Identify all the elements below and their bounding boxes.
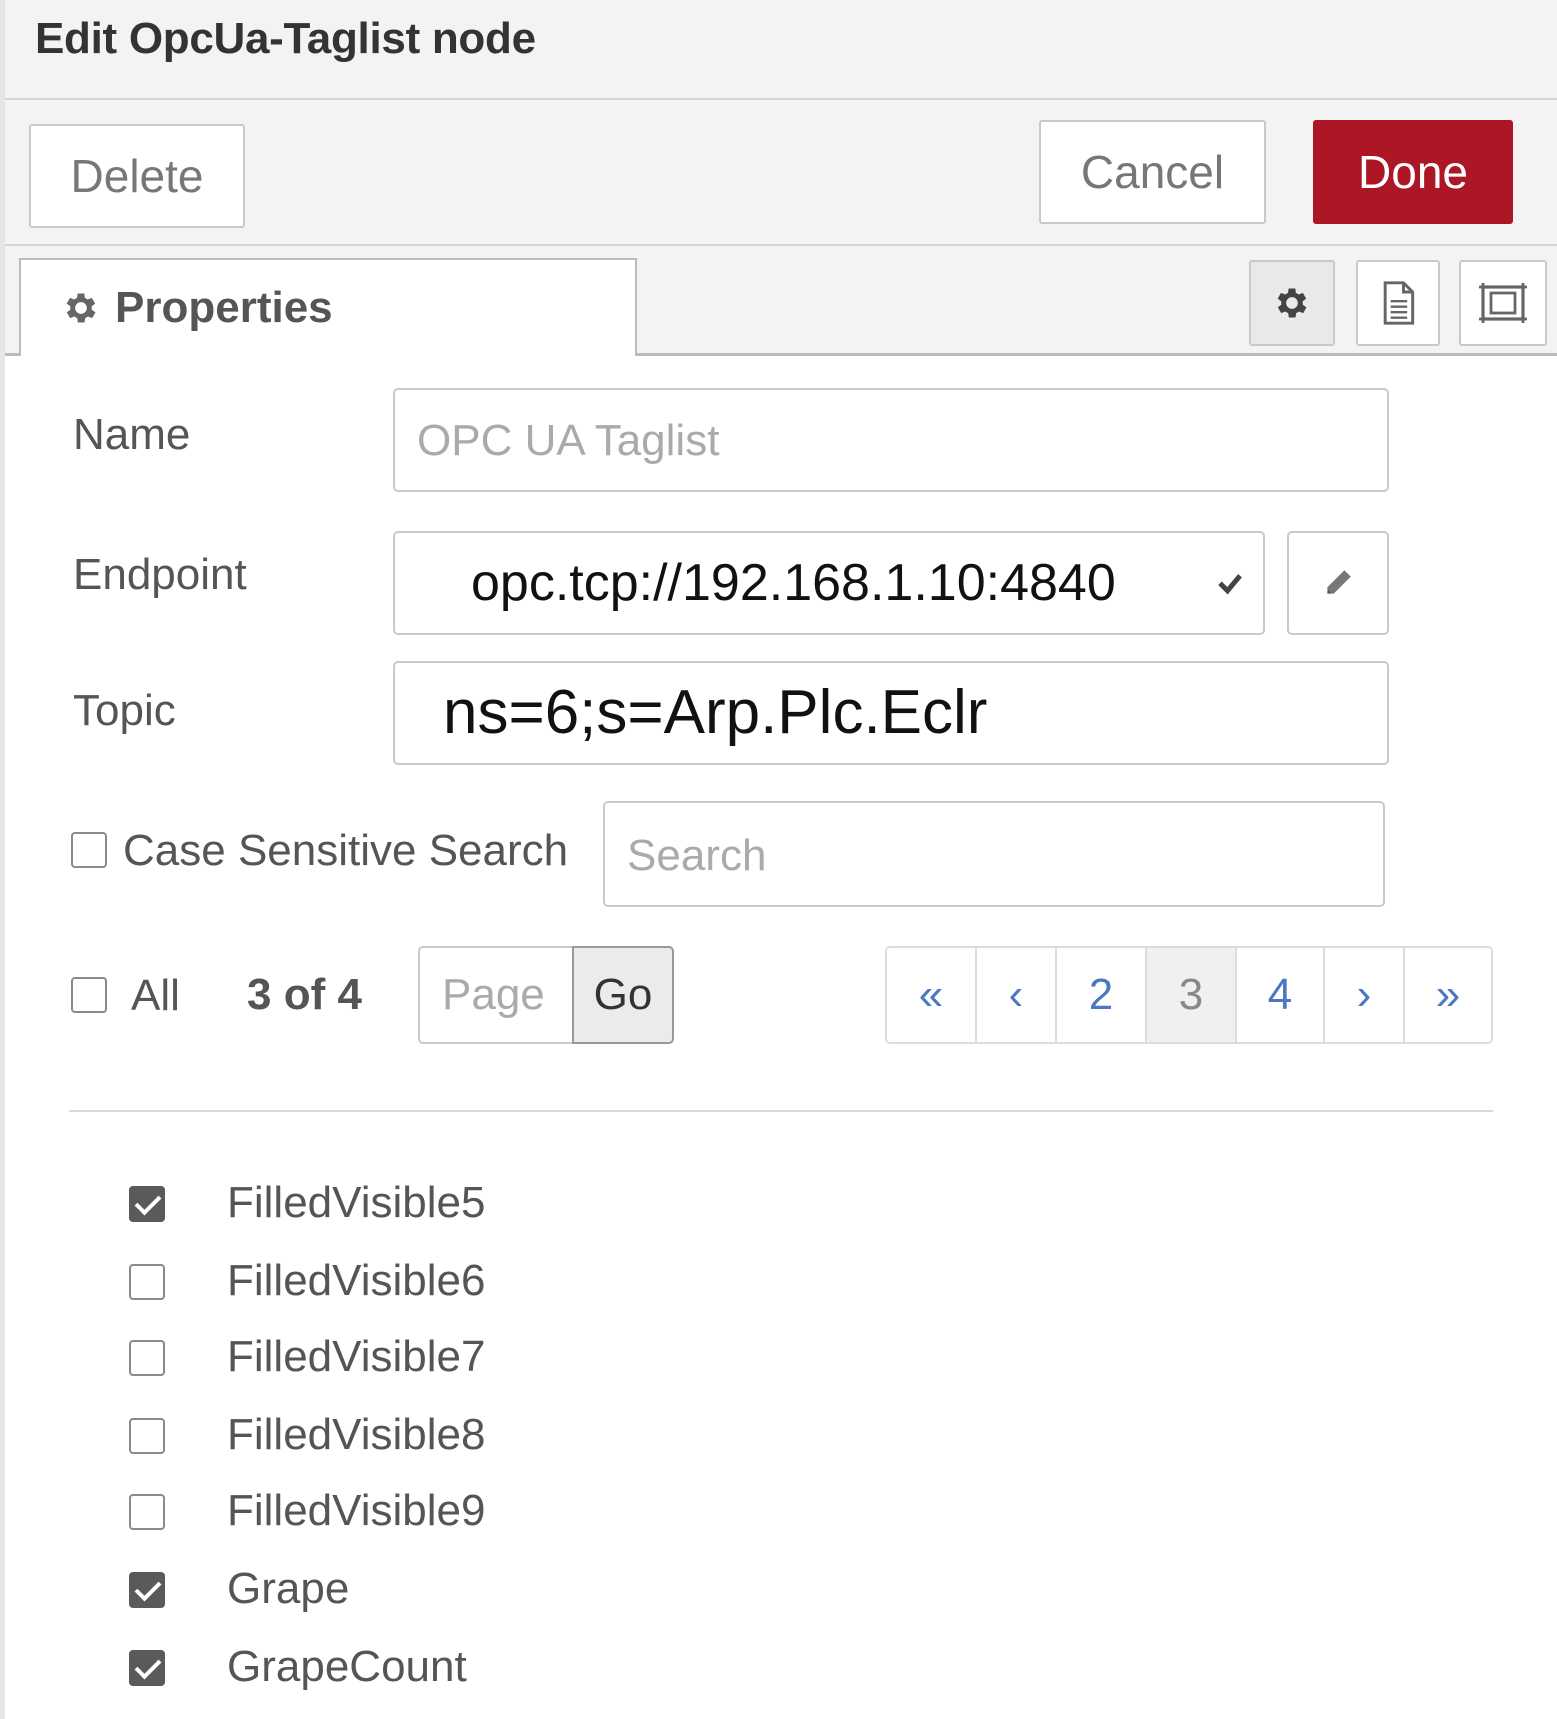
select-all-checkbox[interactable] [71, 977, 107, 1013]
chevron-down-icon [1218, 574, 1242, 595]
pencil-icon [1327, 570, 1351, 594]
pagination-controls: « ‹ 2 3 4 › » [885, 946, 1493, 1044]
tag-checkbox[interactable] [129, 1264, 165, 1300]
settings-tab-button[interactable] [1249, 260, 1335, 346]
topic-label: Topic [73, 686, 176, 735]
next-page-button[interactable]: › [1323, 948, 1403, 1042]
cancel-button[interactable]: Cancel [1039, 120, 1266, 224]
tag-checkbox[interactable] [129, 1186, 165, 1222]
tag-list-item: FilledVisible9 [5, 1478, 905, 1548]
search-input[interactable]: Search [603, 801, 1385, 907]
tag-label: FilledVisible6 [227, 1256, 486, 1305]
endpoint-value: opc.tcp://192.168.1.10:4840 [471, 554, 1116, 612]
tag-label: FilledVisible8 [227, 1410, 486, 1459]
gear-icon [66, 293, 96, 323]
page-info: 3 of 4 [247, 970, 362, 1019]
tab-properties[interactable]: Properties [19, 258, 637, 356]
delete-button[interactable]: Delete [29, 124, 245, 228]
description-tab-button[interactable] [1356, 260, 1440, 346]
dialog-header: Edit OpcUa-Taglist node [5, 0, 1557, 100]
topic-value: ns=6;s=Arp.Plc.Eclr [443, 678, 988, 747]
tag-checkbox[interactable] [129, 1494, 165, 1530]
document-icon [1383, 281, 1415, 325]
edit-endpoint-button[interactable] [1287, 531, 1389, 635]
topic-input[interactable]: ns=6;s=Arp.Plc.Eclr [393, 661, 1389, 765]
select-all-label: All [131, 971, 180, 1020]
name-placeholder: OPC UA Taglist [417, 416, 720, 465]
page-3-button[interactable]: 3 [1145, 948, 1235, 1042]
prev-page-button[interactable]: ‹ [975, 948, 1055, 1042]
page-number-input[interactable]: Page [418, 946, 574, 1044]
tag-list-item: FilledVisible6 [5, 1248, 905, 1318]
search-placeholder: Search [627, 831, 767, 880]
tag-list-item: Grape [5, 1556, 905, 1626]
go-button[interactable]: Go [572, 946, 674, 1044]
tag-checkbox[interactable] [129, 1572, 165, 1608]
edit-node-dialog: Edit OpcUa-Taglist node Delete Cancel Do… [0, 0, 1557, 1719]
tab-properties-label: Properties [115, 283, 333, 332]
last-page-button[interactable]: » [1403, 948, 1491, 1042]
gear-icon [1277, 288, 1307, 318]
tag-checkbox[interactable] [129, 1650, 165, 1686]
page-2-button[interactable]: 2 [1055, 948, 1145, 1042]
tag-list-item: GrapeCount [5, 1634, 905, 1704]
tag-checkbox[interactable] [129, 1340, 165, 1376]
frame-icon [1479, 283, 1527, 323]
name-label: Name [73, 410, 191, 459]
divider [69, 1110, 1493, 1112]
tag-list-item: FilledVisible7 [5, 1324, 905, 1394]
tag-list-item: FilledVisible8 [5, 1402, 905, 1472]
tag-label: GrapeCount [227, 1642, 467, 1691]
endpoint-select[interactable]: opc.tcp://192.168.1.10:4840 [393, 531, 1265, 635]
case-sensitive-checkbox[interactable] [71, 832, 107, 868]
page-placeholder: Page [442, 970, 545, 1019]
first-page-button[interactable]: « [887, 948, 975, 1042]
done-button[interactable]: Done [1313, 120, 1513, 224]
case-sensitive-label: Case Sensitive Search [123, 826, 569, 875]
appearance-tab-button[interactable] [1459, 260, 1547, 346]
tag-list-item: FilledVisible5 [5, 1170, 905, 1240]
tag-checkbox[interactable] [129, 1418, 165, 1454]
dialog-toolbar: Delete Cancel Done [5, 100, 1557, 246]
tag-label: Grape [227, 1564, 350, 1613]
page-4-button[interactable]: 4 [1235, 948, 1323, 1042]
name-input[interactable]: OPC UA Taglist [393, 388, 1389, 492]
dialog-title: Edit OpcUa-Taglist node [35, 14, 536, 63]
endpoint-label: Endpoint [73, 550, 247, 599]
tag-label: FilledVisible9 [227, 1486, 486, 1535]
tag-label: FilledVisible5 [227, 1178, 486, 1227]
tag-label: FilledVisible7 [227, 1332, 486, 1381]
